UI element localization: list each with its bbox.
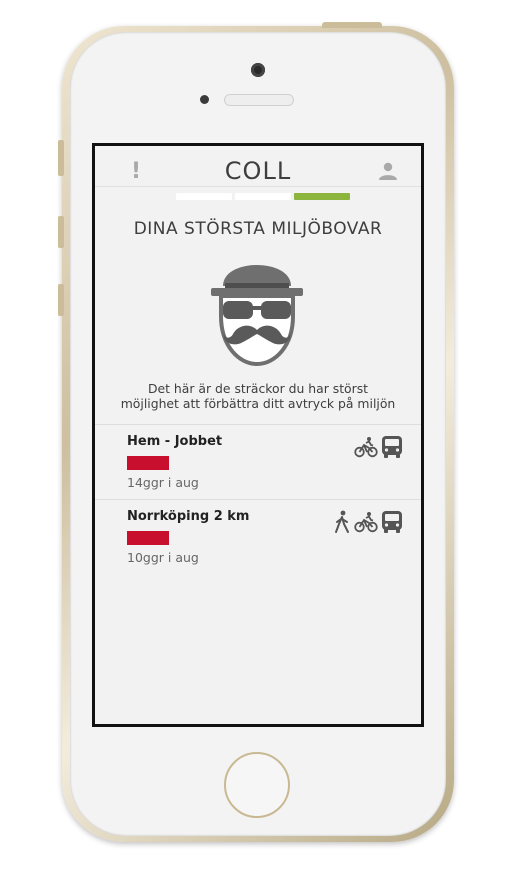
progress-segment (176, 193, 232, 200)
bus-icon (382, 436, 402, 458)
home-button[interactable] (224, 752, 290, 818)
proximity-sensor (200, 95, 209, 104)
route-name: Norrköping 2 km (127, 509, 250, 524)
transport-modes (333, 510, 403, 534)
description-line: möjlighet att förbättra ditt avtryck på … (120, 396, 396, 411)
progress-segment (294, 193, 350, 200)
power-button (322, 22, 382, 28)
bicycle-icon (354, 512, 378, 533)
volume-down-button (58, 284, 64, 316)
impact-bar (127, 456, 169, 470)
route-name: Hem - Jobbet (127, 434, 223, 449)
transport-modes (354, 435, 403, 459)
walking-icon (335, 510, 349, 533)
step-progress (95, 193, 421, 200)
route-item[interactable]: Norrköping 2 km 10ggr i aug (95, 500, 421, 574)
bus-icon (382, 511, 402, 533)
app-title: COLL (224, 157, 292, 185)
app-header: ! COLL (95, 146, 421, 187)
mustache-man-icon (211, 265, 303, 366)
volume-up-button (58, 216, 64, 248)
bicycle-icon (354, 437, 378, 458)
mute-switch (58, 140, 64, 176)
front-camera (251, 63, 265, 77)
user-icon[interactable] (378, 162, 398, 180)
description-line: Det här är de sträckor du har störst (147, 381, 369, 396)
app-screen: ! COLL DINA STÖRSTA MILJÖBOVAR Det här ä… (92, 143, 424, 727)
route-frequency: 10ggr i aug (127, 550, 199, 565)
route-item[interactable]: Hem - Jobbet 14ggr i aug (95, 425, 421, 499)
progress-segment (235, 193, 291, 200)
route-frequency: 14ggr i aug (127, 475, 199, 490)
impact-bar (127, 531, 169, 545)
description: Det här är de sträckor du har störst möj… (105, 381, 411, 411)
earpiece-speaker (224, 94, 294, 106)
page-title: DINA STÖRSTA MILJÖBOVAR (133, 219, 383, 239)
